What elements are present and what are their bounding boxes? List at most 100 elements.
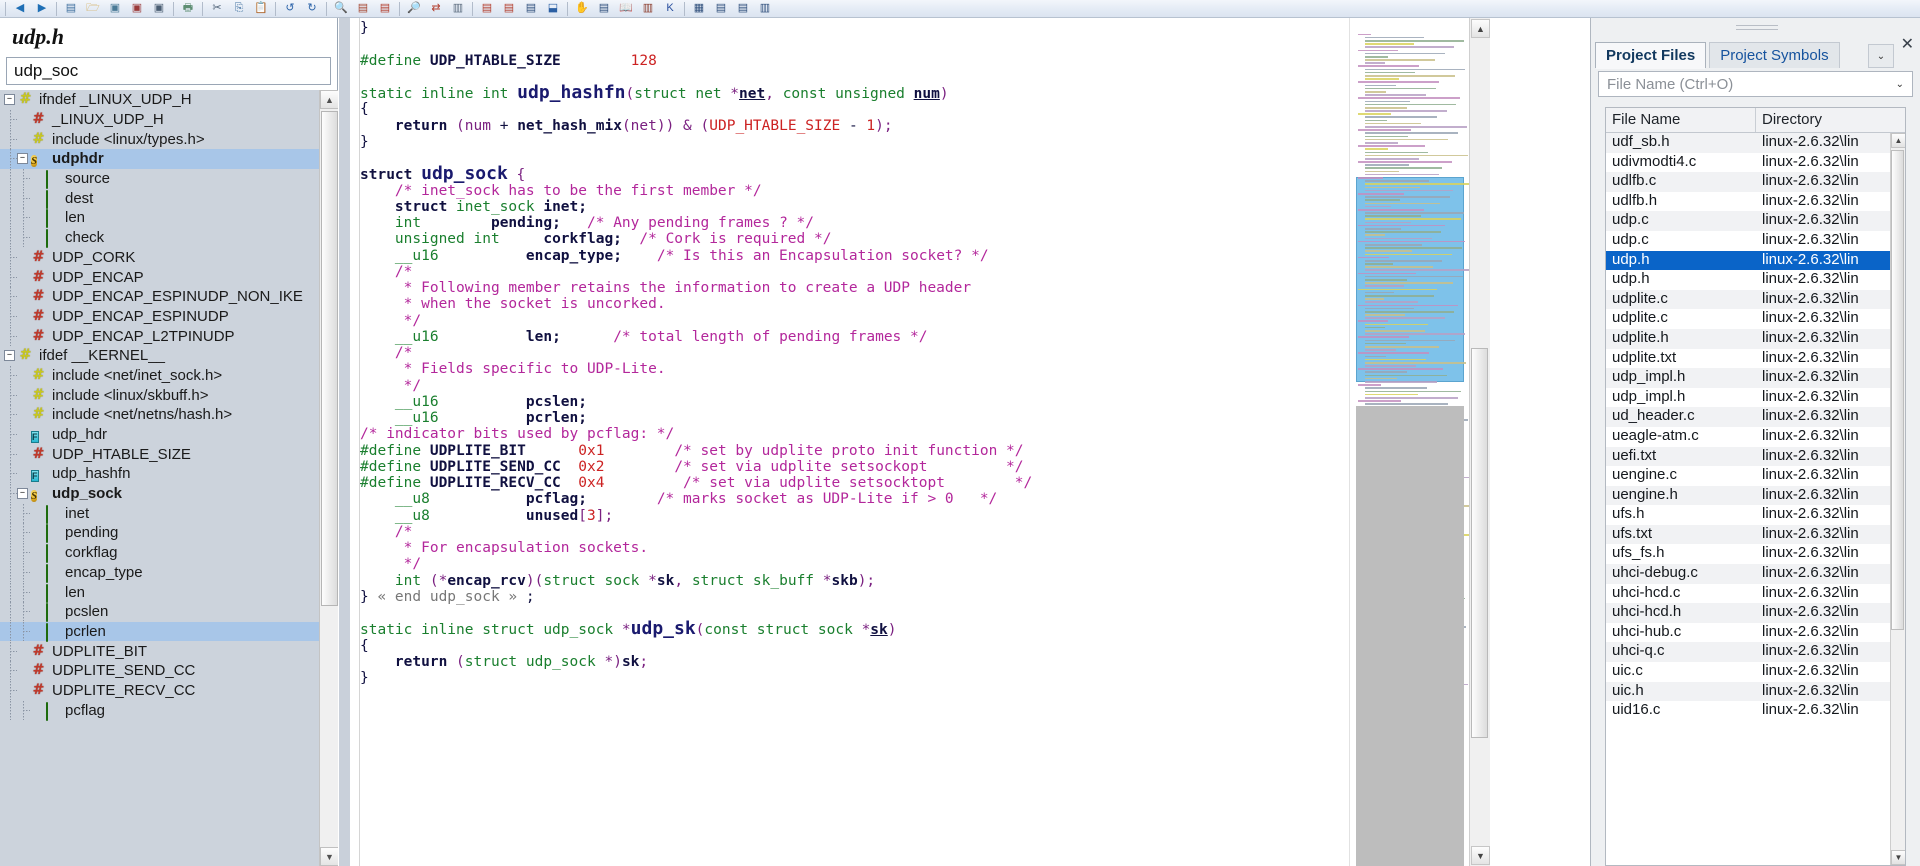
table-row[interactable]: udp_impl.h linux-2.6.32\lin — [1606, 387, 1890, 408]
table-row[interactable]: udplite.h linux-2.6.32\lin — [1606, 328, 1890, 349]
code-line[interactable]: static inline struct udp_sock *udp_sk(co… — [360, 620, 1469, 639]
editor-scroll-down-icon[interactable]: ▼ — [1471, 846, 1490, 865]
code-line[interactable]: { — [360, 101, 1469, 117]
tree-item-pcflag[interactable]: pcflag — [0, 700, 319, 721]
code-line[interactable]: { — [360, 638, 1469, 654]
tree-item-udp_hdr[interactable]: Fudp_hdr — [0, 425, 319, 445]
table-row[interactable]: uhci-q.c linux-2.6.32\lin — [1606, 642, 1890, 663]
tree-collapse-icon[interactable]: – — [4, 94, 15, 106]
tree-item-check[interactable]: check — [0, 228, 319, 249]
code-line[interactable]: __u8 unused[3]; — [360, 508, 1469, 524]
project-files-scrollbar[interactable]: ▲ ▼ — [1890, 133, 1905, 865]
code-line[interactable]: * Following member retains the informati… — [360, 280, 1469, 296]
files-scrollbar-thumb[interactable] — [1891, 150, 1904, 630]
code-line[interactable]: /* inet_sock has to be the first member … — [360, 183, 1469, 199]
code-line[interactable]: } — [360, 134, 1469, 150]
tree-item-include-linux-skbuff-h-[interactable]: # include <linux/skbuff.h> — [0, 385, 319, 405]
table-row[interactable]: udp.h linux-2.6.32\lin — [1606, 270, 1890, 290]
table-row[interactable]: uic.h linux-2.6.32\lin — [1606, 681, 1890, 702]
tab-overflow-chevron-down-icon[interactable]: ⌄ — [1868, 44, 1894, 68]
table-row[interactable]: uengine.c linux-2.6.32\lin — [1606, 466, 1890, 486]
table-row[interactable]: ufs_fs.h linux-2.6.32\lin — [1606, 544, 1890, 565]
tab-project-symbols[interactable]: Project Symbols — [1709, 42, 1840, 68]
tree-item-pcrlen[interactable]: pcrlen — [0, 621, 319, 642]
code-line[interactable]: */ — [360, 313, 1469, 329]
tree-item-corkflag[interactable]: corkflag — [0, 543, 319, 564]
vertical-split-icon[interactable]: ▤ — [732, 0, 754, 17]
find-next-icon[interactable]: 🔎 — [403, 0, 425, 17]
code-line[interactable] — [360, 36, 1469, 52]
tree-item-udplite_bit[interactable]: # UDPLITE_BIT — [0, 641, 319, 661]
files-scroll-down-icon[interactable]: ▼ — [1891, 850, 1905, 865]
code-line[interactable]: return (num + net_hash_mix(net)) & (UDP_… — [360, 118, 1469, 134]
editor-fold-margin[interactable] — [350, 18, 360, 866]
code-line[interactable]: * For encapsulation sockets. — [360, 540, 1469, 556]
editor-scrollbar-thumb[interactable] — [1471, 348, 1488, 738]
code-line[interactable]: unsigned int corkflag; /* Cork is requir… — [360, 231, 1469, 247]
duplicate-window-icon[interactable]: ▥ — [754, 0, 776, 17]
tree-item-len[interactable]: len — [0, 208, 319, 229]
tree-item-pending[interactable]: pending — [0, 523, 319, 544]
code-line[interactable]: __u16 len; /* total length of pending fr… — [360, 329, 1469, 345]
code-line[interactable]: */ — [360, 556, 1469, 572]
tree-item-udp_htable_size[interactable]: # UDP_HTABLE_SIZE — [0, 444, 319, 464]
flag-icon[interactable]: ⬓ — [542, 0, 564, 17]
file-name-filter-input[interactable]: File Name (Ctrl+O) ⌄ — [1598, 71, 1913, 97]
add-bookmark-icon[interactable]: ▤ — [476, 0, 498, 17]
cut-icon[interactable]: ✂ — [206, 0, 228, 17]
table-row[interactable]: udp_impl.h linux-2.6.32\lin — [1606, 368, 1890, 388]
forward-arrow-icon[interactable]: ▶ — [31, 0, 53, 17]
tree-item-ifndef-_linux_udp_h[interactable]: – # ifndef _LINUX_UDP_H — [0, 90, 319, 110]
tree-item-udp_encap_l2tpinudp[interactable]: # UDP_ENCAP_L2TPINUDP — [0, 326, 319, 346]
tree-item-inet[interactable]: inet — [0, 503, 319, 524]
table-row[interactable]: ueagle-atm.c linux-2.6.32\lin — [1606, 426, 1890, 447]
code-line[interactable]: return (struct udp_sock *)sk; — [360, 654, 1469, 670]
new-file-icon[interactable]: ▤ — [60, 0, 82, 17]
tree-item-ifdef-__kernel__[interactable]: – # ifdef __KERNEL__ — [0, 346, 319, 366]
tree-item-len[interactable]: len — [0, 582, 319, 603]
replace-icon[interactable]: ▤ — [374, 0, 396, 17]
drag-handle-icon[interactable] — [1736, 25, 1778, 30]
print-icon[interactable]: 🖶 — [177, 0, 199, 17]
files-scroll-up-icon[interactable]: ▲ — [1891, 133, 1905, 148]
table-row[interactable]: uhci-hcd.c linux-2.6.32\lin — [1606, 583, 1890, 604]
code-line[interactable]: __u16 pcrlen; — [360, 410, 1469, 426]
tree-item-udp_sock[interactable]: – Sudp_sock — [0, 484, 319, 504]
tree-item-encap_type[interactable]: encap_type — [0, 562, 319, 583]
back-arrow-icon[interactable]: ◀ — [9, 0, 31, 17]
table-row[interactable]: udf_sb.h linux-2.6.32\lin — [1606, 133, 1890, 153]
project-panel-tabs[interactable]: Project Files Project Symbols ⌄ — [1591, 40, 1920, 69]
scroll-down-icon[interactable]: ▼ — [320, 847, 338, 866]
table-row[interactable]: uid16.c linux-2.6.32\lin — [1606, 701, 1890, 721]
table-row[interactable]: uengine.h linux-2.6.32\lin — [1606, 485, 1890, 506]
symbol-search-input[interactable]: udp_soc — [6, 57, 331, 85]
hand-drag-icon[interactable]: ✋ — [571, 0, 593, 17]
replace-all-icon[interactable]: ⇄ — [425, 0, 447, 17]
tree-item-_linux_udp_h[interactable]: # _LINUX_UDP_H — [0, 110, 319, 130]
code-line[interactable]: /* — [360, 264, 1469, 280]
tree-item-udplite_recv_cc[interactable]: # UDPLITE_RECV_CC — [0, 680, 319, 701]
save-all-icon[interactable]: ▣ — [126, 0, 148, 17]
table-row[interactable]: udp.h linux-2.6.32\lin — [1606, 250, 1890, 271]
code-line[interactable]: * Fields specific to UDP-Lite. — [360, 361, 1469, 377]
code-line[interactable] — [360, 150, 1469, 166]
code-line[interactable]: /* — [360, 524, 1469, 540]
tree-item-source[interactable]: source — [0, 169, 319, 190]
find-in-files-icon[interactable]: ▤ — [352, 0, 374, 17]
tile-windows-icon[interactable]: ▦ — [688, 0, 710, 17]
table-row[interactable]: udlfb.c linux-2.6.32\lin — [1606, 172, 1890, 192]
tree-item-include-net-inet_sock-h-[interactable]: # include <net/inet_sock.h> — [0, 365, 319, 386]
paste-icon[interactable]: 📋 — [250, 0, 272, 17]
tree-item-udp_encap_espinudp_non_ike[interactable]: # UDP_ENCAP_ESPINUDP_NON_IKE — [0, 287, 319, 307]
code-line[interactable]: __u8 pcflag; /* marks socket as UDP-Lite… — [360, 491, 1469, 507]
save-icon[interactable]: ▣ — [104, 0, 126, 17]
redo-icon[interactable]: ↻ — [301, 0, 323, 17]
table-row[interactable]: ud_header.c linux-2.6.32\lin — [1606, 407, 1890, 427]
column-header-directory[interactable]: Directory — [1756, 108, 1828, 132]
code-line[interactable]: * when the socket is uncorked. — [360, 296, 1469, 312]
minimap-page[interactable] — [1356, 32, 1469, 702]
tree-collapse-icon[interactable]: – — [17, 153, 28, 165]
table-row[interactable]: uhci-hub.c linux-2.6.32\lin — [1606, 622, 1890, 643]
lookup-reference-icon[interactable]: ▥ — [447, 0, 469, 17]
code-line[interactable]: #define UDP_HTABLE_SIZE 128 — [360, 53, 1469, 69]
